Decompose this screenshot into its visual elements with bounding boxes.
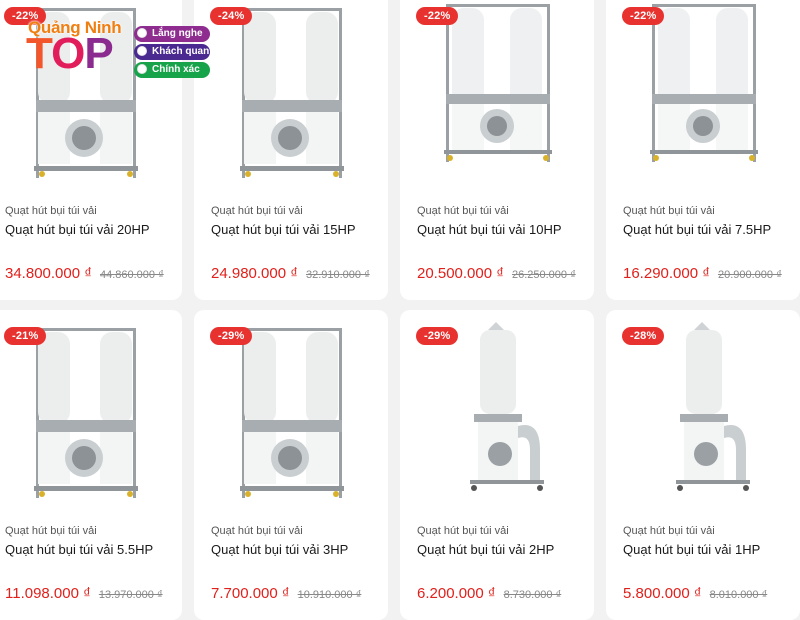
watermark-tag: Lắng nghe bbox=[134, 26, 210, 42]
product-card[interactable]: -28% Quạt hút bụi túi vải Quạt hút bụi t… bbox=[606, 310, 800, 620]
product-card[interactable]: -29% Quạt hút bụi túi vải Quạt hút bụi t… bbox=[400, 310, 594, 620]
watermark-logo: Quảng Ninh TOP Lắng nghe Khách quan Chín… bbox=[22, 18, 222, 88]
original-price: 44.860.000 ₫ bbox=[99, 269, 164, 281]
product-card[interactable]: -22% Quạt hút bụi túi vải Quạt hút bụi t… bbox=[606, 0, 800, 300]
product-title[interactable]: Quạt hút bụi túi vải 5.5HP bbox=[5, 542, 153, 557]
discount-badge: -22% bbox=[416, 7, 459, 25]
original-price: 8.010.000 ₫ bbox=[709, 589, 768, 601]
dust-collector-illustration bbox=[650, 4, 758, 162]
price-row: 16.290.000 ₫ 20.900.000 ₫ bbox=[623, 265, 782, 283]
sale-price: 11.098.000 ₫ bbox=[5, 585, 91, 602]
watermark-top-word: TOP bbox=[26, 29, 114, 78]
product-category[interactable]: Quạt hút bụi túi vải bbox=[623, 525, 715, 537]
product-card[interactable]: -24% Quạt hút bụi túi vải Quạt hút bụi t… bbox=[194, 0, 388, 300]
product-title[interactable]: Quạt hút bụi túi vải 7.5HP bbox=[623, 222, 771, 237]
original-price: 13.970.000 ₫ bbox=[98, 589, 163, 601]
circle-icon bbox=[137, 28, 147, 38]
original-price: 26.250.000 ₫ bbox=[511, 269, 576, 281]
watermark-tag-label: Chính xác bbox=[152, 64, 200, 75]
product-image[interactable] bbox=[606, 0, 800, 184]
circle-icon bbox=[137, 64, 147, 74]
product-category[interactable]: Quạt hút bụi túi vải bbox=[417, 525, 509, 537]
sale-price: 7.700.000 ₫ bbox=[211, 585, 290, 602]
original-price: 32.910.000 ₫ bbox=[305, 269, 370, 281]
product-card[interactable]: -29% Quạt hút bụi túi vải Quạt hút bụi t… bbox=[194, 310, 388, 620]
original-price: 20.900.000 ₫ bbox=[717, 269, 782, 281]
sale-price: 5.800.000 ₫ bbox=[623, 585, 702, 602]
discount-badge: -28% bbox=[622, 327, 665, 345]
product-category[interactable]: Quạt hút bụi túi vải bbox=[623, 205, 715, 217]
product-image[interactable] bbox=[194, 0, 388, 184]
original-price: 10.910.000 ₫ bbox=[297, 589, 362, 601]
product-category[interactable]: Quạt hút bụi túi vải bbox=[5, 205, 97, 217]
price-row: 24.980.000 ₫ 32.910.000 ₫ bbox=[211, 265, 370, 283]
product-title[interactable]: Quạt hút bụi túi vải 20HP bbox=[5, 222, 150, 237]
product-card[interactable]: -21% Quạt hút bụi túi vải Quạt hút bụi t… bbox=[0, 310, 182, 620]
circle-icon bbox=[137, 46, 147, 56]
discount-badge: -29% bbox=[416, 327, 459, 345]
product-title[interactable]: Quạt hút bụi túi vải 2HP bbox=[417, 542, 554, 557]
sale-price: 24.980.000 ₫ bbox=[211, 265, 298, 282]
price-row: 6.200.000 ₫ 8.730.000 ₫ bbox=[417, 585, 561, 603]
product-title[interactable]: Quạt hút bụi túi vải 1HP bbox=[623, 542, 760, 557]
product-title[interactable]: Quạt hút bụi túi vải 10HP bbox=[417, 222, 562, 237]
dust-collector-illustration bbox=[240, 8, 344, 178]
original-price: 8.730.000 ₫ bbox=[503, 589, 562, 601]
sale-price: 16.290.000 ₫ bbox=[623, 265, 710, 282]
product-title[interactable]: Quạt hút bụi túi vải 15HP bbox=[211, 222, 356, 237]
product-grid: -22% Quạt hút bụi túi vải Quạt hút bụi t… bbox=[0, 0, 800, 620]
discount-badge: -29% bbox=[210, 327, 253, 345]
product-category[interactable]: Quạt hút bụi túi vải bbox=[211, 205, 303, 217]
watermark-tag-label: Lắng nghe bbox=[152, 28, 203, 39]
price-row: 5.800.000 ₫ 8.010.000 ₫ bbox=[623, 585, 767, 603]
watermark-tag: Khách quan bbox=[134, 44, 210, 60]
price-row: 7.700.000 ₫ 10.910.000 ₫ bbox=[211, 585, 361, 603]
dust-collector-illustration bbox=[444, 4, 552, 162]
discount-badge: -21% bbox=[4, 327, 47, 345]
watermark-tag: Chính xác bbox=[134, 62, 210, 78]
price-row: 34.800.000 ₫ 44.860.000 ₫ bbox=[5, 265, 164, 283]
product-image[interactable] bbox=[400, 0, 594, 184]
product-category[interactable]: Quạt hút bụi túi vải bbox=[5, 525, 97, 537]
watermark-tag-label: Khách quan bbox=[152, 46, 210, 57]
sale-price: 34.800.000 ₫ bbox=[5, 265, 92, 282]
sale-price: 6.200.000 ₫ bbox=[417, 585, 496, 602]
product-card[interactable]: -22% Quạt hút bụi túi vải Quạt hút bụi t… bbox=[400, 0, 594, 300]
price-row: 20.500.000 ₫ 26.250.000 ₫ bbox=[417, 265, 576, 283]
product-category[interactable]: Quạt hút bụi túi vải bbox=[417, 205, 509, 217]
price-row: 11.098.000 ₫ 13.970.000 ₫ bbox=[5, 585, 163, 603]
sale-price: 20.500.000 ₫ bbox=[417, 265, 504, 282]
product-title[interactable]: Quạt hút bụi túi vải 3HP bbox=[211, 542, 348, 557]
discount-badge: -22% bbox=[622, 7, 665, 25]
product-category[interactable]: Quạt hút bụi túi vải bbox=[211, 525, 303, 537]
